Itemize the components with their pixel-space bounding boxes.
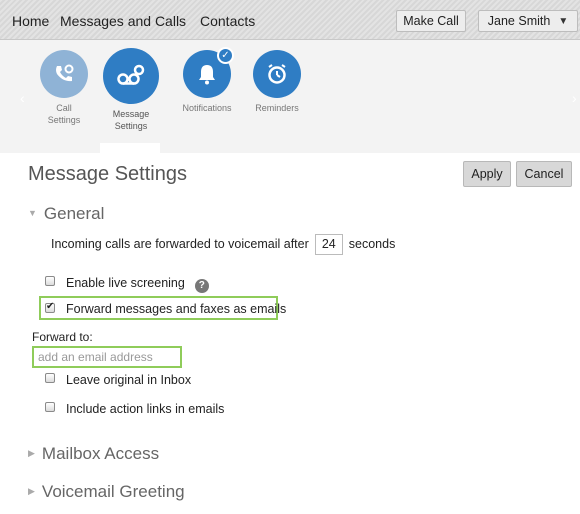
checkmark-badge-icon: ✓ bbox=[217, 47, 234, 64]
message-settings-label-2: Settings bbox=[114, 121, 148, 131]
call-settings-label-2: Settings bbox=[47, 115, 81, 125]
settings-icon-strip: ‹ › Call Settings Message Settings ✓ Not… bbox=[0, 40, 580, 193]
forward-emails-checkbox[interactable] bbox=[45, 301, 55, 313]
cancel-button[interactable]: Cancel bbox=[516, 161, 572, 187]
help-icon[interactable]: ? bbox=[194, 279, 209, 293]
live-screening-checkbox[interactable] bbox=[45, 276, 55, 286]
apply-button[interactable]: Apply bbox=[463, 161, 511, 187]
message-settings-item[interactable]: Message Settings bbox=[96, 48, 166, 132]
user-name: Jane Smith bbox=[487, 14, 551, 28]
reminders-item[interactable]: Reminders bbox=[242, 50, 312, 114]
cancel-label: Cancel bbox=[524, 167, 564, 181]
reminders-label: Reminders bbox=[255, 103, 299, 113]
forward-delay-row: Incoming calls are forwarded to voicemai… bbox=[51, 234, 395, 255]
forward-seconds-input[interactable]: 24 bbox=[314, 234, 343, 255]
chevron-down-icon: ▼ bbox=[558, 15, 569, 27]
forward-to-label: Forward to: bbox=[32, 330, 93, 344]
call-settings-item[interactable]: Call Settings bbox=[29, 50, 99, 126]
voicemail-greeting-section-header[interactable]: ▶ Voicemail Greeting bbox=[28, 482, 185, 502]
live-screening-label: Enable live screening bbox=[66, 276, 185, 290]
collapsed-triangle-icon: ▶ bbox=[28, 448, 35, 458]
phone-gear-icon bbox=[40, 50, 88, 98]
collapsed-triangle-icon: ▶ bbox=[28, 486, 35, 496]
page-title: Message Settings bbox=[28, 163, 187, 185]
mailbox-access-section-header[interactable]: ▶ Mailbox Access bbox=[28, 444, 159, 464]
voicemail-greeting-heading: Voicemail Greeting bbox=[41, 482, 185, 501]
email-address-input[interactable]: add an email address bbox=[32, 346, 182, 368]
scroll-left-icon[interactable]: ‹ bbox=[20, 90, 25, 106]
general-heading: General bbox=[43, 204, 105, 223]
nav-messages-calls-link[interactable]: Messages and Calls bbox=[60, 13, 186, 29]
top-nav-bar: Home Messages and Calls Contacts Make Ca… bbox=[0, 0, 580, 40]
live-screening-row: Enable live screening? bbox=[66, 276, 209, 293]
forward-delay-suffix: seconds bbox=[348, 237, 396, 251]
nav-contacts-link[interactable]: Contacts bbox=[200, 13, 255, 29]
scroll-right-icon[interactable]: › bbox=[572, 90, 577, 106]
voicemail-gear-icon bbox=[103, 48, 159, 104]
forward-emails-label: Forward messages and faxes as emails bbox=[66, 302, 287, 316]
make-call-label: Make Call bbox=[403, 14, 459, 28]
leave-original-label: Leave original in Inbox bbox=[66, 373, 192, 387]
apply-label: Apply bbox=[471, 167, 503, 181]
message-settings-label-1: Message bbox=[112, 109, 150, 119]
notifications-label: Notifications bbox=[182, 103, 232, 113]
user-menu-button[interactable]: Jane Smith ▼ bbox=[478, 10, 578, 32]
bell-icon: ✓ bbox=[183, 47, 234, 98]
include-links-label: Include action links in emails bbox=[66, 402, 225, 416]
general-section-header[interactable]: ▼ General bbox=[28, 204, 104, 224]
call-settings-label-1: Call bbox=[56, 103, 72, 113]
include-links-checkbox[interactable] bbox=[45, 402, 55, 412]
leave-original-checkbox[interactable] bbox=[45, 373, 55, 383]
nav-home-link[interactable]: Home bbox=[12, 13, 49, 29]
make-call-button[interactable]: Make Call bbox=[396, 10, 466, 32]
expanded-triangle-icon: ▼ bbox=[28, 208, 37, 218]
notifications-item[interactable]: ✓ Notifications bbox=[172, 47, 242, 114]
alarm-clock-icon bbox=[253, 50, 301, 98]
forward-delay-prefix: Incoming calls are forwarded to voicemai… bbox=[51, 237, 309, 251]
mailbox-access-heading: Mailbox Access bbox=[41, 444, 160, 463]
